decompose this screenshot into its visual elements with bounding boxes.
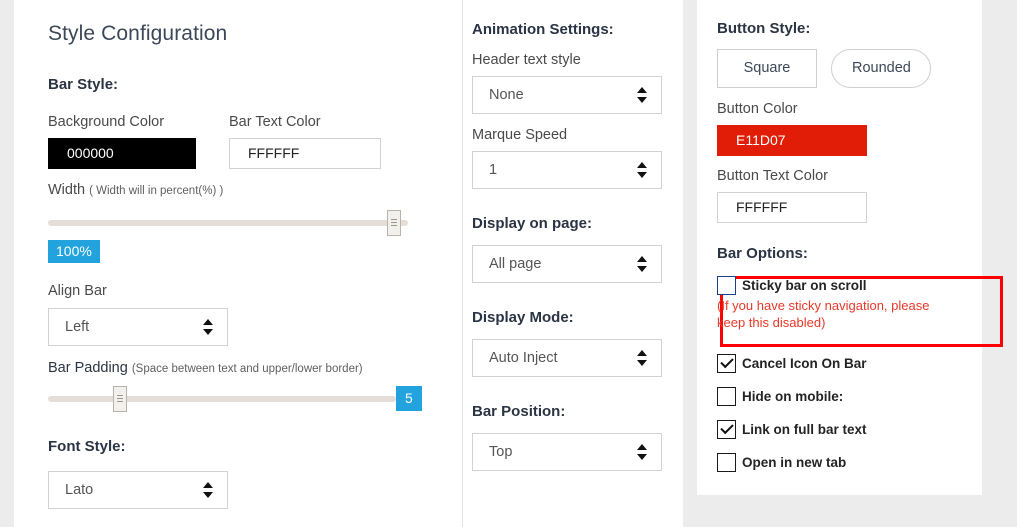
bar-option-label: Cancel Icon On Bar: [742, 356, 867, 371]
hide-on-mobile-checkbox[interactable]: [717, 387, 736, 406]
width-slider[interactable]: [48, 210, 408, 236]
sticky-bar-warning-text: (If you have sticky navigation, please k…: [717, 298, 930, 330]
align-bar-value: Left: [65, 319, 90, 335]
bar-option-row[interactable]: Open in new tab: [717, 453, 965, 473]
bar-position-select[interactable]: Top: [472, 433, 662, 471]
display-on-page-heading: Display on page:: [472, 215, 593, 232]
chevron-updown-icon: [637, 444, 647, 460]
font-style-select[interactable]: Lato: [48, 471, 228, 509]
bar-option-row[interactable]: Hide on mobile:: [717, 387, 965, 407]
background-color-label: Background Color: [48, 114, 165, 130]
bar-padding-slider-handle[interactable]: [113, 386, 127, 412]
sticky-bar-checkbox[interactable]: [717, 276, 736, 295]
bar-position-value: Top: [489, 444, 513, 460]
sticky-bar-label: Sticky bar on scroll: [742, 278, 867, 293]
middle-settings-column: Animation Settings: Header text style No…: [472, 0, 677, 471]
marque-speed-label: Marque Speed: [472, 127, 568, 143]
button-style-heading: Button Style:: [717, 20, 811, 37]
header-text-style-value: None: [489, 87, 524, 103]
cancel-icon-on-bar-checkbox[interactable]: [717, 354, 736, 373]
bar-padding-slider-track[interactable]: [48, 396, 396, 402]
align-bar-label: Align Bar: [48, 283, 107, 299]
bar-text-color-input[interactable]: FFFFFF: [229, 138, 381, 169]
marque-speed-value: 1: [489, 162, 498, 178]
width-hint: ( Width will in percent(%) ): [89, 185, 224, 197]
chevron-updown-icon: [637, 256, 647, 272]
settings-screen: Style Configuration Bar Style: Backgroun…: [0, 0, 1017, 527]
animation-settings-heading: Animation Settings:: [472, 21, 614, 38]
bar-padding-hint: (Space between text and upper/lower bord…: [131, 363, 363, 375]
bar-position-heading: Bar Position:: [472, 403, 566, 420]
bar-style-heading: Bar Style:: [48, 76, 119, 93]
right-settings-column: Button Style: Square Rounded Button Colo…: [717, 0, 1003, 473]
display-mode-select[interactable]: Auto Inject: [472, 339, 662, 377]
display-on-page-select[interactable]: All page: [472, 245, 662, 283]
link-on-full-bar-text-checkbox[interactable]: [717, 420, 736, 439]
button-color-input[interactable]: E11D07: [717, 125, 867, 156]
chevron-updown-icon: [203, 482, 213, 498]
width-label-text: Width: [48, 182, 86, 198]
font-style-value: Lato: [65, 482, 94, 498]
width-value-badge: 100%: [48, 240, 100, 263]
bar-padding-value-badge: 5: [396, 386, 422, 411]
bar-padding-label-text: Bar Padding: [48, 360, 128, 376]
open-in-new-tab-checkbox[interactable]: [717, 453, 736, 472]
button-color-label: Button Color: [717, 101, 798, 117]
chevron-updown-icon: [637, 162, 647, 178]
page-title: Style Configuration: [48, 22, 228, 45]
bar-text-color-label: Bar Text Color: [229, 114, 321, 130]
align-bar-select[interactable]: Left: [48, 308, 228, 346]
width-slider-handle[interactable]: [387, 210, 401, 236]
font-style-heading: Font Style:: [48, 438, 126, 455]
header-text-style-label: Header text style: [472, 52, 581, 68]
bar-option-row[interactable]: Link on full bar text: [717, 420, 965, 440]
chevron-updown-icon: [203, 319, 213, 335]
column-divider: [462, 0, 463, 527]
bar-option-row[interactable]: Cancel Icon On Bar: [717, 354, 965, 374]
header-text-style-select[interactable]: None: [472, 76, 662, 114]
bar-padding-label: Bar Padding (Space between text and uppe…: [48, 360, 448, 376]
background-color-input[interactable]: 000000: [48, 138, 196, 169]
chevron-updown-icon: [637, 350, 647, 366]
bar-option-label: Open in new tab: [742, 455, 847, 470]
display-mode-value: Auto Inject: [489, 350, 558, 366]
width-label: Width ( Width will in percent(%) ): [48, 182, 448, 198]
bar-padding-slider[interactable]: 5: [48, 386, 422, 412]
button-style-rounded-option[interactable]: Rounded: [831, 49, 932, 88]
bar-options-heading: Bar Options:: [717, 245, 808, 262]
button-text-color-input[interactable]: FFFFFF: [717, 192, 867, 223]
marque-speed-select[interactable]: 1: [472, 151, 662, 189]
bar-option-label: Link on full bar text: [742, 422, 867, 437]
button-style-square-option[interactable]: Square: [717, 49, 817, 88]
width-slider-track[interactable]: [48, 220, 408, 226]
sticky-bar-option-row[interactable]: Sticky bar on scroll: [717, 276, 965, 296]
style-configuration-card: Style Configuration Bar Style: Backgroun…: [14, 0, 683, 527]
left-settings-column: Style Configuration Bar Style: Backgroun…: [48, 0, 448, 509]
display-mode-heading: Display Mode:: [472, 309, 574, 326]
button-text-color-label: Button Text Color: [717, 168, 828, 184]
button-style-card: Button Style: Square Rounded Button Colo…: [697, 0, 1003, 495]
bar-option-label: Hide on mobile:: [742, 389, 844, 404]
chevron-updown-icon: [637, 87, 647, 103]
display-on-page-value: All page: [489, 256, 542, 272]
